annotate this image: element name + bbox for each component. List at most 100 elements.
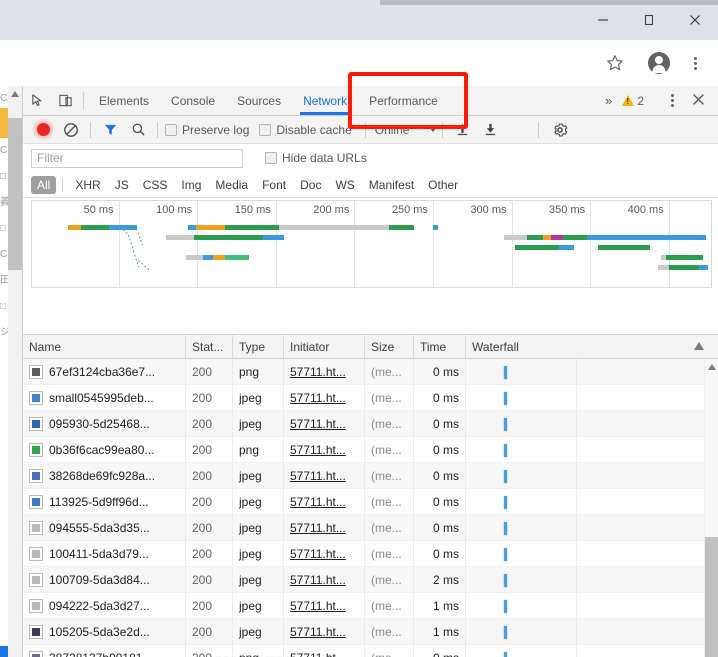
table-row[interactable]: 67ef3124cba36e7...200png57711.ht...(me..… (23, 359, 718, 385)
type-filter-manifest[interactable]: Manifest (363, 176, 420, 194)
page-scrollbar-thumb[interactable] (8, 118, 22, 270)
hide-data-urls-checkbox[interactable]: Hide data URLs (263, 151, 375, 165)
table-row[interactable]: 100411-5da3d79...200jpeg57711.ht...(me..… (23, 541, 718, 567)
initiator-link[interactable]: 57711.ht... (290, 625, 346, 639)
initiator-link[interactable]: 57711.ht... (290, 521, 346, 535)
column-header-status[interactable]: Stat... (186, 335, 233, 359)
close-devtools-icon[interactable] (686, 93, 714, 109)
type-filter-all[interactable]: All (31, 176, 56, 194)
table-row[interactable]: 105205-5da3e2d...200jpeg57711.ht...(me..… (23, 619, 718, 645)
cell-name: 094222-5da3d27... (23, 593, 186, 619)
initiator-link[interactable]: 57711.ht... (290, 573, 346, 587)
column-header-time[interactable]: Time (414, 335, 466, 359)
table-row[interactable]: 38268de69fc928a...200jpeg57711.ht...(me.… (23, 463, 718, 489)
initiator-link[interactable]: 57711.ht... (290, 365, 346, 379)
cell-initiator[interactable]: 57711.ht... (284, 359, 365, 385)
cell-name: 0b36f6cac99ea80... (23, 437, 186, 463)
table-scrollbar[interactable] (704, 359, 718, 657)
record-button[interactable] (29, 117, 57, 143)
type-filter-img[interactable]: Img (175, 176, 207, 194)
tab-network[interactable]: Network (292, 86, 358, 115)
type-filter-media[interactable]: Media (209, 176, 254, 194)
overview-tick (276, 201, 277, 287)
cell-initiator[interactable]: 57711.ht... (284, 437, 365, 463)
image-file-icon (29, 599, 43, 613)
more-tabs-chevron-icon[interactable]: » (598, 93, 617, 108)
initiator-link[interactable]: 57711.ht... (290, 651, 346, 657)
cell-initiator[interactable]: 57711.ht... (284, 411, 365, 437)
column-header-size[interactable]: Size (365, 335, 414, 359)
table-row[interactable]: 113925-5d9ff96d...200jpeg57711.ht...(me.… (23, 489, 718, 515)
table-row[interactable]: small0545995deb...200jpeg57711.ht...(me.… (23, 385, 718, 411)
tab-sources[interactable]: Sources (226, 86, 292, 115)
table-scrollbar-thumb[interactable] (705, 537, 718, 657)
search-button[interactable] (124, 117, 152, 143)
filter-button[interactable] (96, 117, 124, 143)
cell-initiator[interactable]: 57711.ht... (284, 619, 365, 645)
tab-elements[interactable]: Elements (88, 86, 160, 115)
overview-ruler: 50 ms100 ms150 ms200 ms250 ms300 ms350 m… (32, 201, 711, 221)
browser-toolbar (0, 40, 718, 86)
table-row[interactable]: 100709-5da3d84...200jpeg57711.ht...(me..… (23, 567, 718, 593)
clear-button[interactable] (57, 117, 85, 143)
table-row[interactable]: 094222-5da3d27...200jpeg57711.ht...(me..… (23, 593, 718, 619)
type-filter-css[interactable]: CSS (137, 176, 174, 194)
more-tools-kebab-icon[interactable] (658, 94, 686, 107)
throttling-dropdown[interactable]: Online (371, 123, 438, 137)
cell-initiator[interactable]: 57711.ht... (284, 541, 365, 567)
tab-performance[interactable]: Performance (358, 86, 449, 115)
initiator-link[interactable]: 57711.ht... (290, 443, 346, 457)
table-row[interactable]: 095930-5d25468...200jpeg57711.ht...(me..… (23, 411, 718, 437)
cell-time: 0 ms (414, 437, 466, 463)
export-har-icon[interactable] (476, 117, 504, 143)
minimize-button[interactable] (580, 0, 626, 40)
close-button[interactable] (672, 0, 718, 40)
initiator-link[interactable]: 57711.ht... (290, 495, 346, 509)
disable-cache-checkbox[interactable]: Disable cache (257, 123, 359, 137)
bookmark-star-icon[interactable] (598, 46, 632, 80)
type-filter-font[interactable]: Font (256, 176, 292, 194)
type-filter-ws[interactable]: WS (329, 176, 360, 194)
initiator-link[interactable]: 57711.ht... (290, 599, 346, 613)
cell-initiator[interactable]: 57711.ht... (284, 567, 365, 593)
cell-initiator[interactable]: 57711.ht... (284, 593, 365, 619)
type-filter-js[interactable]: JS (109, 176, 135, 194)
column-header-type[interactable]: Type (233, 335, 284, 359)
type-filter-other[interactable]: Other (422, 176, 464, 194)
network-overview-timeline[interactable]: 50 ms100 ms150 ms200 ms250 ms300 ms350 m… (31, 200, 712, 288)
column-header-waterfall[interactable]: Waterfall (466, 335, 718, 359)
initiator-link[interactable]: 57711.ht... (290, 547, 346, 561)
initiator-link[interactable]: 57711.ht... (290, 391, 346, 405)
filter-input[interactable] (31, 149, 243, 168)
table-scroll-up-arrow[interactable] (705, 359, 718, 375)
column-header-name[interactable]: Name (23, 335, 186, 359)
page-scroll-up-arrow[interactable] (8, 86, 22, 102)
initiator-link[interactable]: 57711.ht... (290, 469, 346, 483)
cell-initiator[interactable]: 57711.ht... (284, 489, 365, 515)
import-har-icon[interactable] (448, 117, 476, 143)
cell-type: png (233, 359, 284, 385)
cell-initiator[interactable]: 57711.ht... (284, 645, 365, 657)
cell-status: 200 (186, 359, 233, 385)
cell-initiator[interactable]: 57711.ht... (284, 463, 365, 489)
column-header-initiator[interactable]: Initiator (284, 335, 365, 359)
device-toolbar-icon[interactable] (51, 86, 79, 115)
cell-type: jpeg (233, 385, 284, 411)
type-filter-xhr[interactable]: XHR (69, 176, 106, 194)
preserve-log-checkbox[interactable]: Preserve log (163, 123, 257, 137)
table-row[interactable]: 094555-5da3d35...200jpeg57711.ht...(me..… (23, 515, 718, 541)
page-accent-block-2 (0, 646, 8, 657)
maximize-restore-button[interactable] (626, 0, 672, 40)
table-row[interactable]: 0b36f6cac99ea80...200png57711.ht...(me..… (23, 437, 718, 463)
inspect-element-icon[interactable] (23, 86, 51, 115)
profile-avatar-icon[interactable] (642, 46, 676, 80)
tab-console[interactable]: Console (160, 86, 226, 115)
chrome-menu-icon[interactable] (678, 46, 712, 80)
network-settings-gear-icon[interactable] (546, 117, 574, 143)
cell-initiator[interactable]: 57711.ht... (284, 385, 365, 411)
table-row[interactable]: 38728137b99181...200png57711.ht...(me...… (23, 645, 718, 657)
cell-initiator[interactable]: 57711.ht... (284, 515, 365, 541)
initiator-link[interactable]: 57711.ht... (290, 417, 346, 431)
warning-count-badge[interactable]: 2 (617, 94, 649, 108)
type-filter-doc[interactable]: Doc (294, 176, 327, 194)
